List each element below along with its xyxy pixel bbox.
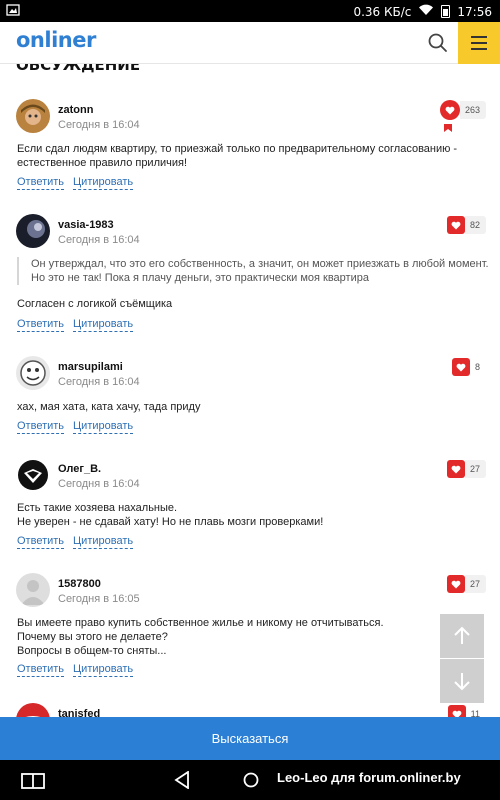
- reply-link[interactable]: Ответить: [17, 176, 65, 190]
- status-bar: 0.36 КБ/с 17:56: [0, 0, 500, 22]
- comment-text: Если сдал людям квартиру, то приезжай то…: [17, 143, 458, 169]
- comment-text: Согласен с логикой съёмщика: [17, 298, 173, 310]
- like-button[interactable]: 8: [451, 358, 486, 376]
- top-bar: onliner: [0, 22, 500, 64]
- cite-link[interactable]: Цитировать: [73, 535, 134, 549]
- post-comment-button[interactable]: Высказаться: [0, 717, 500, 760]
- comment-text: Вы имеете право купить собственное жилье…: [17, 617, 384, 657]
- cite-link[interactable]: Цитировать: [73, 420, 134, 434]
- heart-icon: [439, 100, 460, 120]
- cite-link[interactable]: Цитировать: [73, 318, 134, 332]
- onliner-logo[interactable]: onliner: [16, 28, 96, 52]
- like-button[interactable]: 82: [446, 216, 486, 234]
- avatar[interactable]: [16, 214, 50, 248]
- network-speed: 0.36 КБ/с: [353, 4, 412, 19]
- avatar[interactable]: [16, 356, 50, 390]
- comment-text: хах, мая хата, ката хачу, тада приду: [17, 401, 201, 413]
- like-count: 27: [464, 460, 486, 478]
- like-button[interactable]: 27: [446, 460, 486, 478]
- like-button[interactable]: 263: [439, 100, 486, 120]
- arrow-down-icon: [454, 673, 470, 691]
- heart-icon: [446, 216, 465, 234]
- reply-link[interactable]: Ответить: [17, 663, 65, 677]
- recent-apps-icon[interactable]: [21, 773, 45, 794]
- reply-link[interactable]: Ответить: [17, 318, 65, 332]
- reply-link[interactable]: Ответить: [17, 535, 65, 549]
- arrow-up-icon: [454, 626, 470, 644]
- search-icon: [428, 33, 447, 52]
- author-name[interactable]: 1587800: [58, 578, 101, 590]
- back-icon[interactable]: [174, 770, 190, 794]
- comment-time: Сегодня в 16:04: [58, 234, 140, 246]
- scroll-up-button[interactable]: [440, 614, 484, 658]
- forum-caption: Leo-Leo для forum.onliner.by: [277, 770, 461, 785]
- ribbon-icon: [444, 119, 452, 132]
- hamburger-icon: [471, 36, 487, 38]
- search-button[interactable]: [424, 29, 452, 57]
- cite-link[interactable]: Цитировать: [73, 176, 134, 190]
- system-nav-bar: Leo-Leo для forum.onliner.by: [0, 760, 500, 800]
- scroll-down-button[interactable]: [440, 659, 484, 703]
- author-name[interactable]: vasia-1983: [58, 219, 114, 231]
- heart-icon: [446, 460, 465, 478]
- quote-block: Он утверждал, что это его собственность,…: [17, 257, 489, 285]
- author-name[interactable]: marsupilami: [58, 361, 123, 373]
- home-icon[interactable]: [243, 772, 259, 793]
- avatar[interactable]: [16, 458, 50, 492]
- comment-time: Сегодня в 16:04: [58, 478, 140, 490]
- like-count: 263: [459, 101, 486, 119]
- author-name[interactable]: Олег_В.: [58, 463, 101, 475]
- comment-time: Сегодня в 16:04: [58, 376, 140, 388]
- wifi-icon: [418, 4, 434, 19]
- heart-icon: [451, 358, 470, 376]
- comment-text: Есть такие хозяева нахальные. Не уверен …: [17, 502, 324, 528]
- like-count: 27: [464, 575, 486, 593]
- author-name[interactable]: zatonn: [58, 104, 93, 116]
- image-notification-icon: [6, 3, 20, 17]
- comment-time: Сегодня в 16:05: [58, 593, 140, 605]
- cite-link[interactable]: Цитировать: [73, 663, 134, 677]
- battery-icon: [441, 5, 451, 18]
- clock: 17:56: [457, 4, 492, 19]
- like-count: 8: [469, 358, 486, 376]
- comment-time: Сегодня в 16:04: [58, 119, 140, 131]
- avatar[interactable]: [16, 99, 50, 133]
- menu-button[interactable]: [458, 22, 500, 64]
- like-count: 82: [464, 216, 486, 234]
- avatar[interactable]: [16, 573, 50, 607]
- like-button[interactable]: 27: [446, 575, 486, 593]
- heart-icon: [446, 575, 465, 593]
- reply-link[interactable]: Ответить: [17, 420, 65, 434]
